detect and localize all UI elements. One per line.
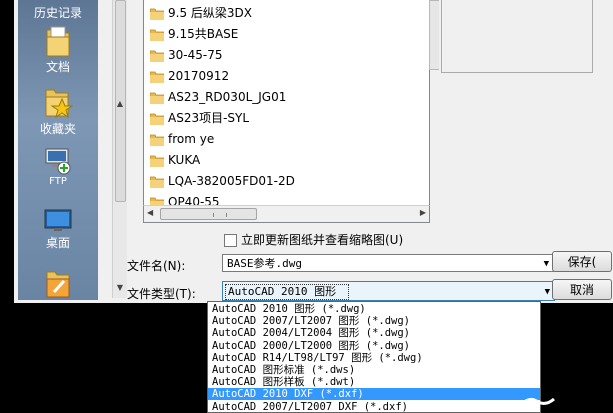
filetype-option[interactable]: AutoCAD 2004/LT2004 图形 (*.dwg) — [208, 327, 540, 339]
places-scroll-up-icon[interactable]: ▲ — [115, 98, 125, 110]
file-list-item[interactable]: AS23项目-SYL — [150, 108, 249, 128]
cancel-button[interactable]: 取消 — [552, 279, 612, 300]
place-history[interactable]: 历史记录 — [18, 4, 98, 21]
folder-icon — [150, 176, 164, 188]
preview-box — [441, 0, 593, 73]
mouse-cursor-icon — [520, 397, 555, 406]
favorites-icon — [45, 89, 73, 119]
filetype-dropdown-list[interactable]: AutoCAD 2010 图形 (*.dwg) AutoCAD 2007/LT20… — [207, 301, 541, 413]
file-list-hscrollbar[interactable]: ◀ ▶ — [143, 205, 430, 223]
file-name: KUKA — [168, 153, 201, 167]
file-name: AS23_RD030L_JG01 — [168, 90, 287, 104]
place-ftp-label: FTP — [49, 176, 67, 187]
filetype-option[interactable]: AutoCAD 2007/LT2007 图形 (*.dwg) — [208, 315, 540, 327]
filetype-chevron-down-icon[interactable]: ▼ — [545, 283, 550, 301]
places-scroll-down-icon[interactable]: ▼ — [115, 282, 125, 294]
folder-icon — [150, 29, 164, 41]
place-history-label: 历史记录 — [33, 6, 82, 20]
chevron-down-icon[interactable]: ▼ — [544, 255, 549, 273]
places-scrollbar[interactable]: ▲ ▼ — [112, 0, 127, 298]
filetype-select[interactable]: AutoCAD 2010 图形 (*.dwg) ▼ — [222, 281, 555, 312]
file-list-item[interactable]: AS23_RD030L_JG01 — [150, 87, 286, 107]
filetype-option[interactable]: AutoCAD 图形样板 (*.dwt) — [208, 376, 540, 388]
file-list[interactable]: 9.5 后纵梁3DX 9.15共BASE 30-45-75 20170912 AS23_… — [143, 0, 430, 206]
place-favorites-label: 收藏夹 — [39, 122, 76, 136]
filetype-option[interactable]: AutoCAD 2000/LT2000 图形 (*.dwg) — [208, 340, 540, 352]
hscroll-thumb[interactable] — [160, 208, 257, 220]
checkbox-box[interactable] — [224, 234, 237, 247]
file-list-item[interactable]: KUKA — [150, 150, 200, 170]
update-thumbnail-checkbox[interactable]: 立即更新图纸并查看缩略图(U) — [224, 232, 403, 248]
places-bar: 历史记录 文档 收藏夹 FTP 桌面 — [18, 0, 98, 300]
desktop-icon — [44, 209, 72, 231]
file-list-item[interactable]: 20170912 — [150, 66, 229, 86]
file-list-item[interactable]: LQA-382005FD01-2D — [150, 171, 295, 191]
filename-label: 文件名(N): — [127, 259, 186, 273]
filetype-option[interactable]: AutoCAD 2010 图形 (*.dwg) — [208, 303, 540, 315]
file-name: AS23项目-SYL — [168, 111, 250, 125]
file-list-item[interactable]: 9.15共BASE — [150, 24, 238, 44]
preview-pane — [439, 0, 613, 205]
folder-icon — [150, 92, 164, 104]
file-list-item[interactable]: 9.5 后纵梁3DX — [150, 3, 252, 23]
place-desktop-label: 桌面 — [45, 236, 70, 250]
file-list-item[interactable]: from ye — [150, 129, 214, 149]
buzzsaw-icon — [46, 271, 70, 298]
ftp-icon — [45, 148, 71, 175]
file-name: 9.15共BASE — [168, 27, 239, 41]
filetype-option[interactable]: AutoCAD 2007/LT2007 DXF (*.dxf) — [208, 401, 540, 412]
place-documents-label: 文档 — [45, 60, 70, 74]
file-list-item[interactable]: OP40-55 — [150, 192, 220, 205]
filetype-option[interactable]: AutoCAD 2010 DXF (*.dxf) — [208, 388, 540, 401]
save-dialog: 历史记录 文档 收藏夹 FTP 桌面 ▲ ▼ 9.5 后纵梁3DX 9.15共B… — [14, 0, 613, 312]
filetype-selected-value: AutoCAD 2010 图形 (*.dwg) — [225, 284, 349, 312]
place-favorites[interactable]: 收藏夹 — [18, 84, 98, 137]
folder-icon — [150, 8, 164, 20]
folder-icon — [150, 134, 164, 146]
filetype-option[interactable]: AutoCAD 图形标准 (*.dws) — [208, 364, 540, 376]
file-name: LQA-382005FD01-2D — [168, 174, 295, 188]
folder-icon — [150, 71, 164, 83]
file-name: 20170912 — [168, 69, 230, 83]
file-list-item[interactable]: 30-45-75 — [150, 45, 222, 65]
folder-icon — [150, 155, 164, 167]
place-desktop[interactable]: 桌面 — [18, 208, 98, 251]
folder-icon — [150, 50, 164, 62]
folder-icon — [150, 113, 164, 125]
save-button[interactable]: 保存( — [552, 251, 612, 272]
scroll-right-icon[interactable]: ▶ — [420, 208, 426, 217]
file-name: from ye — [168, 132, 215, 146]
filename-value: BASE参考.dwg — [227, 257, 302, 270]
place-buzzsaw[interactable] — [18, 268, 98, 298]
file-name: 30-45-75 — [168, 48, 223, 62]
filetype-option[interactable]: AutoCAD R14/LT98/LT97 图形 (*.dwg) — [208, 352, 540, 364]
filetype-label: 文件类型(T): — [127, 287, 196, 301]
place-documents[interactable]: 文档 — [18, 24, 98, 75]
documents-icon — [46, 26, 70, 57]
place-ftp[interactable]: FTP — [18, 146, 98, 187]
checkbox-label: 立即更新图纸并查看缩略图(U) — [241, 233, 404, 247]
scroll-left-icon[interactable]: ◀ — [147, 208, 153, 217]
filename-input[interactable]: BASE参考.dwg ▼ — [222, 254, 554, 272]
file-name: 9.5 后纵梁3DX — [168, 6, 252, 20]
